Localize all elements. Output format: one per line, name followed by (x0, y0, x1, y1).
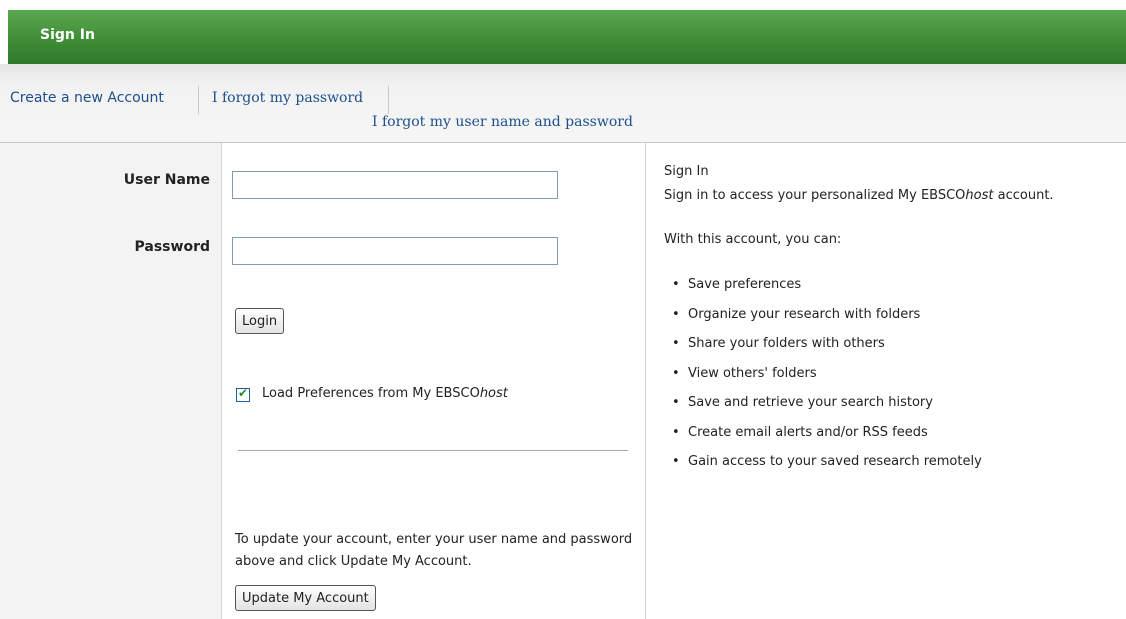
divider (238, 450, 628, 451)
update-account-instructions: To update your account, enter your user … (235, 532, 633, 569)
bullet-icon: • (672, 277, 680, 292)
benefit-item: • Create email alerts and/or RSS feeds (672, 418, 982, 448)
column-divider (645, 143, 646, 619)
benefit-text: Save preferences (688, 277, 802, 292)
top-strip (0, 0, 1126, 10)
form-label-column (0, 143, 222, 619)
username-input[interactable] (232, 171, 558, 199)
account-links-bar: Create a new Account I forgot my passwor… (0, 64, 1126, 143)
info-intro: With this account, you can: (664, 232, 842, 247)
benefit-item: • Share your folders with others (672, 329, 982, 359)
password-input[interactable] (232, 237, 558, 265)
benefit-item: • Save preferences (672, 270, 982, 300)
update-account-button[interactable]: Update My Account (235, 585, 376, 611)
benefit-text: Create email alerts and/or RSS feeds (688, 424, 928, 440)
benefit-text: Gain access to your saved research remot… (688, 454, 982, 469)
bullet-icon: • (672, 365, 680, 381)
create-account-link[interactable]: Create a new Account (10, 90, 164, 106)
checkmark-icon: ✔ (238, 386, 249, 400)
bullet-icon: • (672, 336, 680, 351)
forgot-username-password-link[interactable]: I forgot my user name and password (372, 114, 633, 130)
info-title: Sign In (664, 164, 709, 179)
bullet-icon: • (672, 454, 680, 469)
bullet-icon: • (672, 424, 680, 440)
login-button[interactable]: Login (235, 308, 285, 334)
password-label: Password (134, 239, 210, 255)
load-preferences-checkbox[interactable]: ✔ (236, 386, 250, 402)
benefit-item: • Gain access to your saved research remo… (672, 447, 982, 477)
link-separator (388, 86, 389, 114)
bullet-icon: • (672, 306, 680, 322)
username-label: User Name (123, 172, 210, 188)
benefit-text: Organize your research with folders (688, 306, 921, 322)
benefit-text: View others' folders (688, 365, 817, 381)
benefit-item: • Organize your research with folders (672, 300, 982, 330)
info-subtitle: Sign in to access your personalized My E… (664, 188, 1054, 203)
benefit-text: Save and retrieve your search history (688, 395, 933, 410)
load-preferences-label: Load Preferences from My EBSCOhost (262, 386, 508, 401)
benefit-item: • View others' folders (672, 359, 982, 389)
page-title: Sign In (40, 27, 95, 43)
benefit-text: Share your folders with others (688, 336, 885, 351)
link-separator (198, 86, 199, 114)
benefit-item: • Save and retrieve your search history (672, 388, 982, 418)
header-bar: Sign In (8, 10, 1126, 64)
forgot-password-link[interactable]: I forgot my password (212, 90, 363, 106)
bullet-icon: • (672, 395, 680, 410)
benefits-list: • Save preferences • Organize your research… (672, 270, 982, 477)
